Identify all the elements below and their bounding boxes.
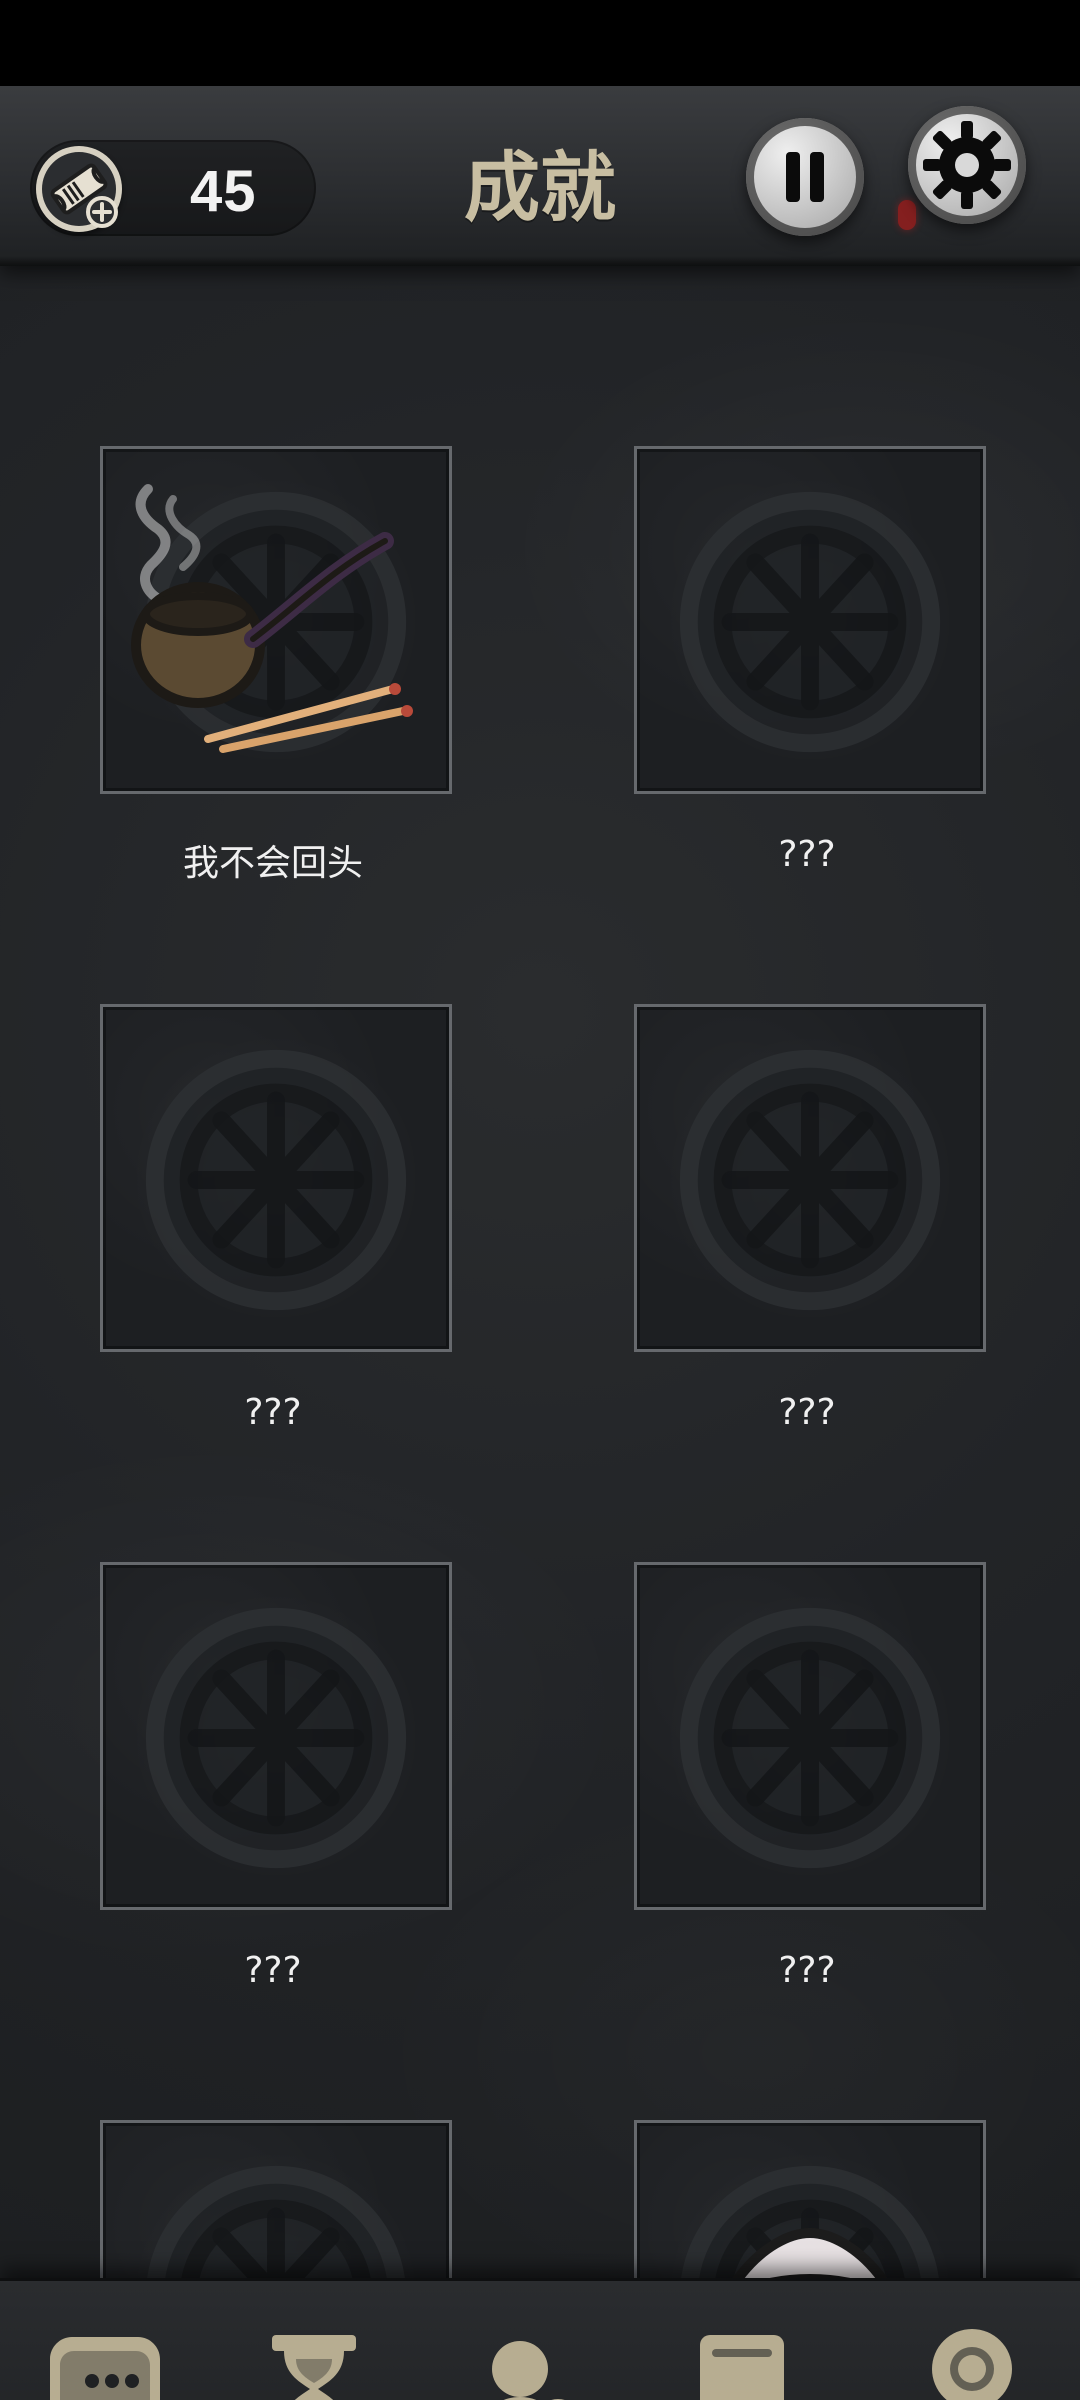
- gear-icon: [923, 121, 1011, 209]
- achievement-label-5: ???: [244, 1950, 302, 1991]
- top-bar: 45 成就: [0, 86, 1080, 266]
- achievement-tile-2[interactable]: [634, 446, 986, 794]
- achievement-tile-3[interactable]: [100, 1004, 452, 1352]
- chat-icon: [50, 2337, 160, 2400]
- pause-icon: [786, 152, 824, 202]
- locked-emblem-icon: [679, 491, 941, 753]
- achievement-label-6: ???: [778, 1950, 836, 1991]
- locked-emblem-icon: [145, 1049, 407, 1311]
- hourglass-icon: [272, 2335, 356, 2400]
- achievement-label-3: ???: [244, 1392, 302, 1433]
- achievement-label-4: ???: [778, 1392, 836, 1433]
- settings-button[interactable]: [908, 106, 1026, 224]
- achievement-label-2: ???: [778, 834, 836, 875]
- achievement-tile-6[interactable]: [634, 1562, 986, 1910]
- nav-book[interactable]: [672, 2317, 812, 2400]
- achievement-tile-5[interactable]: [100, 1562, 452, 1910]
- locked-emblem-icon: [679, 1049, 941, 1311]
- achievements-grid: 我不会回头 ??? ??? ??? ??? ???: [0, 354, 1080, 2400]
- status-bar: [0, 0, 1080, 86]
- nav-achievements[interactable]: [902, 2317, 1042, 2400]
- nav-add-friend[interactable]: [458, 2317, 598, 2400]
- locked-emblem-icon: [679, 1607, 941, 1869]
- add-user-icon: [492, 2341, 565, 2400]
- nav-chat[interactable]: [30, 2317, 170, 2400]
- achievement-label-1: 我不会回头: [182, 843, 363, 884]
- nav-timer[interactable]: [244, 2317, 384, 2400]
- book-icon: [700, 2335, 784, 2400]
- achievement-tile-1[interactable]: [100, 446, 452, 794]
- pause-button[interactable]: [746, 118, 864, 236]
- app-screen: 45 成就 我不会回头 ??? ??? ??? ??? ???: [0, 86, 1080, 2400]
- award-ribbon-icon: [932, 2329, 1012, 2400]
- locked-emblem-icon: [145, 1607, 407, 1869]
- bottom-navigation: [0, 2278, 1080, 2400]
- achievement-tile-4[interactable]: [634, 1004, 986, 1352]
- pipe-icon: [131, 484, 413, 753]
